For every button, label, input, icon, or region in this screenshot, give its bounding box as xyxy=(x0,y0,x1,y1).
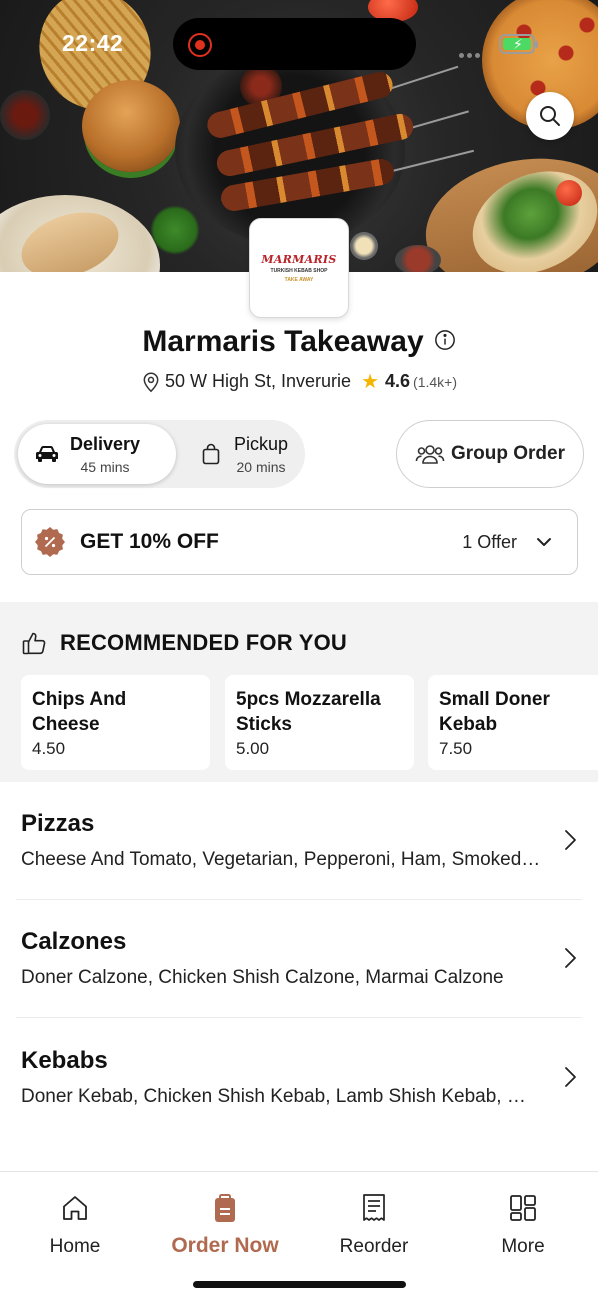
battery-charging-icon: ⚡ xyxy=(499,34,538,54)
nav-order-now[interactable]: Order Now xyxy=(150,1192,300,1258)
restaurant-name: Marmaris Takeaway xyxy=(142,325,424,358)
info-button[interactable] xyxy=(434,329,456,356)
recommended-item-price: 7.50 xyxy=(439,739,473,758)
recommended-section: RECOMMENDED FOR YOU Chips And Cheese 4.5… xyxy=(0,602,598,782)
discount-badge-icon xyxy=(35,527,65,557)
nav-more-label: More xyxy=(501,1236,545,1257)
restaurant-title-row: Marmaris Takeaway xyxy=(0,325,598,359)
nav-home-label: Home xyxy=(49,1236,101,1257)
nav-order-now-label: Order Now xyxy=(171,1234,279,1257)
category-row-calzones[interactable]: Calzones Doner Calzone, Chicken Shish Ca… xyxy=(0,900,598,1018)
recommended-heading: RECOMMENDED FOR YOU xyxy=(60,630,347,655)
recommended-item-name: 5pcs Mozzarella Sticks xyxy=(236,689,381,735)
rating-count: (1.4k+) xyxy=(413,373,457,390)
delivery-time: 45 mins xyxy=(80,458,130,475)
grid-icon xyxy=(507,1192,539,1224)
order-bag-icon xyxy=(209,1192,241,1224)
restaurant-address: 50 W High St, Inverurie xyxy=(164,371,352,391)
status-time: 22:42 xyxy=(62,30,124,56)
home-indicator[interactable] xyxy=(193,1281,406,1288)
receipt-icon xyxy=(358,1192,390,1224)
pickup-option[interactable]: Pickup 20 mins xyxy=(182,424,302,484)
pickup-label: Pickup xyxy=(234,433,289,454)
logo-subtitle: TURKISH KEBAB SHOP xyxy=(270,268,328,274)
category-description: Cheese And Tomato, Vegetarian, Pepperoni… xyxy=(21,849,541,870)
category-description: Doner Kebab, Chicken Shish Kebab, Lamb S… xyxy=(21,1086,541,1107)
offer-count: 1 Offer xyxy=(462,531,517,552)
offer-banner[interactable]: GET 10% OFF 1 Offer xyxy=(21,509,578,575)
recommended-item-card[interactable]: Chips And Cheese 4.50 xyxy=(21,675,210,770)
restaurant-meta: 50 W High St, Inverurie ★ 4.6 (1.4k+) xyxy=(0,369,598,394)
chevron-right-icon xyxy=(565,830,576,850)
bag-icon xyxy=(198,443,224,465)
chevron-right-icon xyxy=(565,948,576,968)
location-pin-icon xyxy=(143,372,159,392)
nav-reorder[interactable]: Reorder xyxy=(299,1192,449,1258)
order-mode-toggle: Delivery 45 mins Pickup 20 mins xyxy=(14,420,305,488)
category-row-kebabs[interactable]: Kebabs Doner Kebab, Chicken Shish Kebab,… xyxy=(0,1019,598,1137)
delivery-label: Delivery xyxy=(70,433,141,454)
group-order-button[interactable]: Group Order xyxy=(396,420,584,488)
category-description: Doner Calzone, Chicken Shish Calzone, Ma… xyxy=(21,967,504,988)
recommended-item-name: Small Doner Kebab xyxy=(439,689,550,735)
info-icon xyxy=(434,329,455,350)
recommended-item-price: 4.50 xyxy=(32,739,66,758)
category-row-pizzas[interactable]: Pizzas Cheese And Tomato, Vegetarian, Pe… xyxy=(0,782,598,900)
search-button[interactable] xyxy=(526,92,574,140)
recommended-header: RECOMMENDED FOR YOU xyxy=(22,630,347,656)
group-icon xyxy=(415,445,445,464)
restaurant-logo: MARMARIS TURKISH KEBAB SHOP TAKE AWAY xyxy=(249,218,349,318)
chevron-right-icon xyxy=(565,1067,576,1087)
screen-record-icon xyxy=(188,33,212,57)
offer-title: GET 10% OFF xyxy=(80,530,219,553)
nav-home[interactable]: Home xyxy=(0,1192,150,1258)
nav-more[interactable]: More xyxy=(448,1192,598,1258)
nav-reorder-label: Reorder xyxy=(339,1236,409,1257)
chevron-down-icon xyxy=(537,538,551,546)
pickup-time: 20 mins xyxy=(236,458,286,475)
logo-text: MARMARIS xyxy=(261,253,337,266)
car-icon xyxy=(34,445,60,463)
category-name: Pizzas xyxy=(21,810,95,837)
recommended-item-price: 5.00 xyxy=(236,739,270,758)
group-order-label: Group Order xyxy=(450,443,565,464)
recommended-item-name: Chips And Cheese xyxy=(32,689,127,735)
category-name: Calzones xyxy=(21,928,127,955)
recommended-item-card[interactable]: 5pcs Mozzarella Sticks 5.00 xyxy=(225,675,414,770)
search-icon xyxy=(540,106,560,126)
delivery-option[interactable]: Delivery 45 mins xyxy=(18,424,176,484)
recommended-item-card[interactable]: Small Doner Kebab 7.50 xyxy=(428,675,598,770)
logo-tagline: TAKE AWAY xyxy=(284,277,314,283)
thumbs-up-icon xyxy=(22,632,46,655)
rating-value: 4.6 xyxy=(385,371,411,391)
home-icon xyxy=(59,1192,91,1224)
divider xyxy=(16,1017,582,1018)
star-icon: ★ xyxy=(361,371,379,393)
category-name: Kebabs xyxy=(21,1047,108,1074)
signal-icon xyxy=(459,45,489,58)
